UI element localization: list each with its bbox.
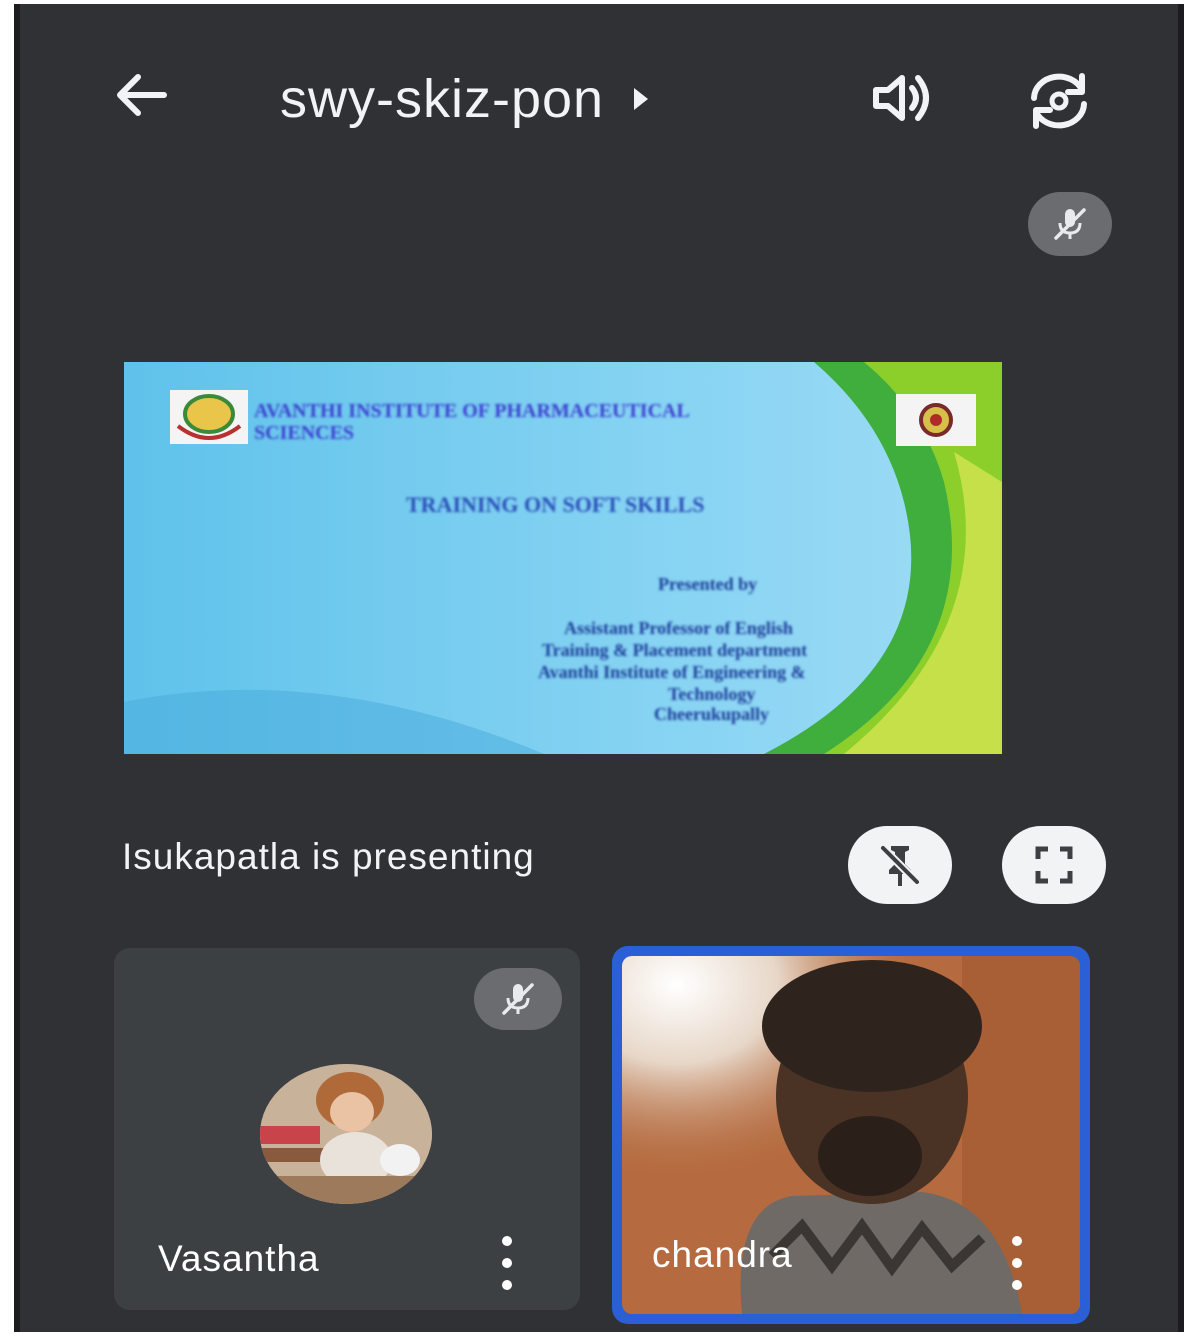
participant-tile[interactable]: Vasantha: [114, 948, 580, 1310]
slide-role-line: Assistant Professor of English: [564, 618, 793, 638]
mic-off-icon: [502, 983, 534, 1015]
unpin-button[interactable]: [848, 826, 952, 904]
participant-mic-off-badge: [474, 968, 562, 1030]
presenting-status: Isukapatla is presenting: [122, 836, 535, 877]
slide-title: TRAINING ON SOFT SKILLS: [406, 492, 705, 517]
caret-right-icon: [634, 88, 649, 110]
speaker-button[interactable]: [870, 66, 934, 130]
fullscreen-icon: [1035, 846, 1073, 884]
screen-edge: [14, 4, 20, 1332]
meeting-code: swy-skiz-pon: [280, 69, 605, 129]
fullscreen-button[interactable]: [1002, 826, 1106, 904]
participant-name: chandra: [652, 1234, 793, 1275]
institute-logo-left: [170, 390, 248, 444]
pin-off-icon: [880, 845, 920, 886]
meeting-code-button[interactable]: swy-skiz-pon: [280, 64, 649, 134]
more-vertical-icon: [1012, 1236, 1022, 1246]
avatar: [260, 1064, 432, 1204]
participant-tile-active[interactable]: chandra: [612, 946, 1090, 1324]
screen-edge: [1178, 4, 1184, 1332]
shared-screen-slide: AVANTHI INSTITUTE OF PHARMACEUTICAL SCIE…: [124, 362, 1002, 754]
more-vertical-icon: [502, 1236, 512, 1246]
flip-camera-button[interactable]: [1024, 64, 1094, 134]
more-options-button[interactable]: [1002, 1236, 1032, 1290]
presenter-mic-off-badge: [1028, 192, 1112, 256]
institute-logo-right: [896, 394, 976, 446]
mic-off-icon: [1054, 208, 1086, 240]
speaker-icon: [873, 75, 929, 121]
slide-role-line: Training & Placement department: [542, 640, 808, 660]
arrow-left-icon: [117, 74, 167, 116]
slide-role-line: Cheerukupally: [654, 704, 770, 724]
meet-screen: swy-skiz-pon AVANTHI INSTITUTE OF PHARMA…: [14, 4, 1184, 1332]
back-button[interactable]: [106, 60, 176, 130]
slide-presented-by: Presented by: [658, 574, 758, 594]
more-options-button[interactable]: [492, 1236, 522, 1290]
camera-flip-icon: [1031, 73, 1087, 129]
participant-name: Vasantha: [158, 1238, 320, 1279]
slide-role-line: Avanthi Institute of Engineering &: [538, 662, 806, 682]
slide-institute-name: AVANTHI INSTITUTE OF PHARMACEUTICAL SCIE…: [254, 400, 689, 444]
slide-role-line: Technology: [668, 684, 756, 704]
